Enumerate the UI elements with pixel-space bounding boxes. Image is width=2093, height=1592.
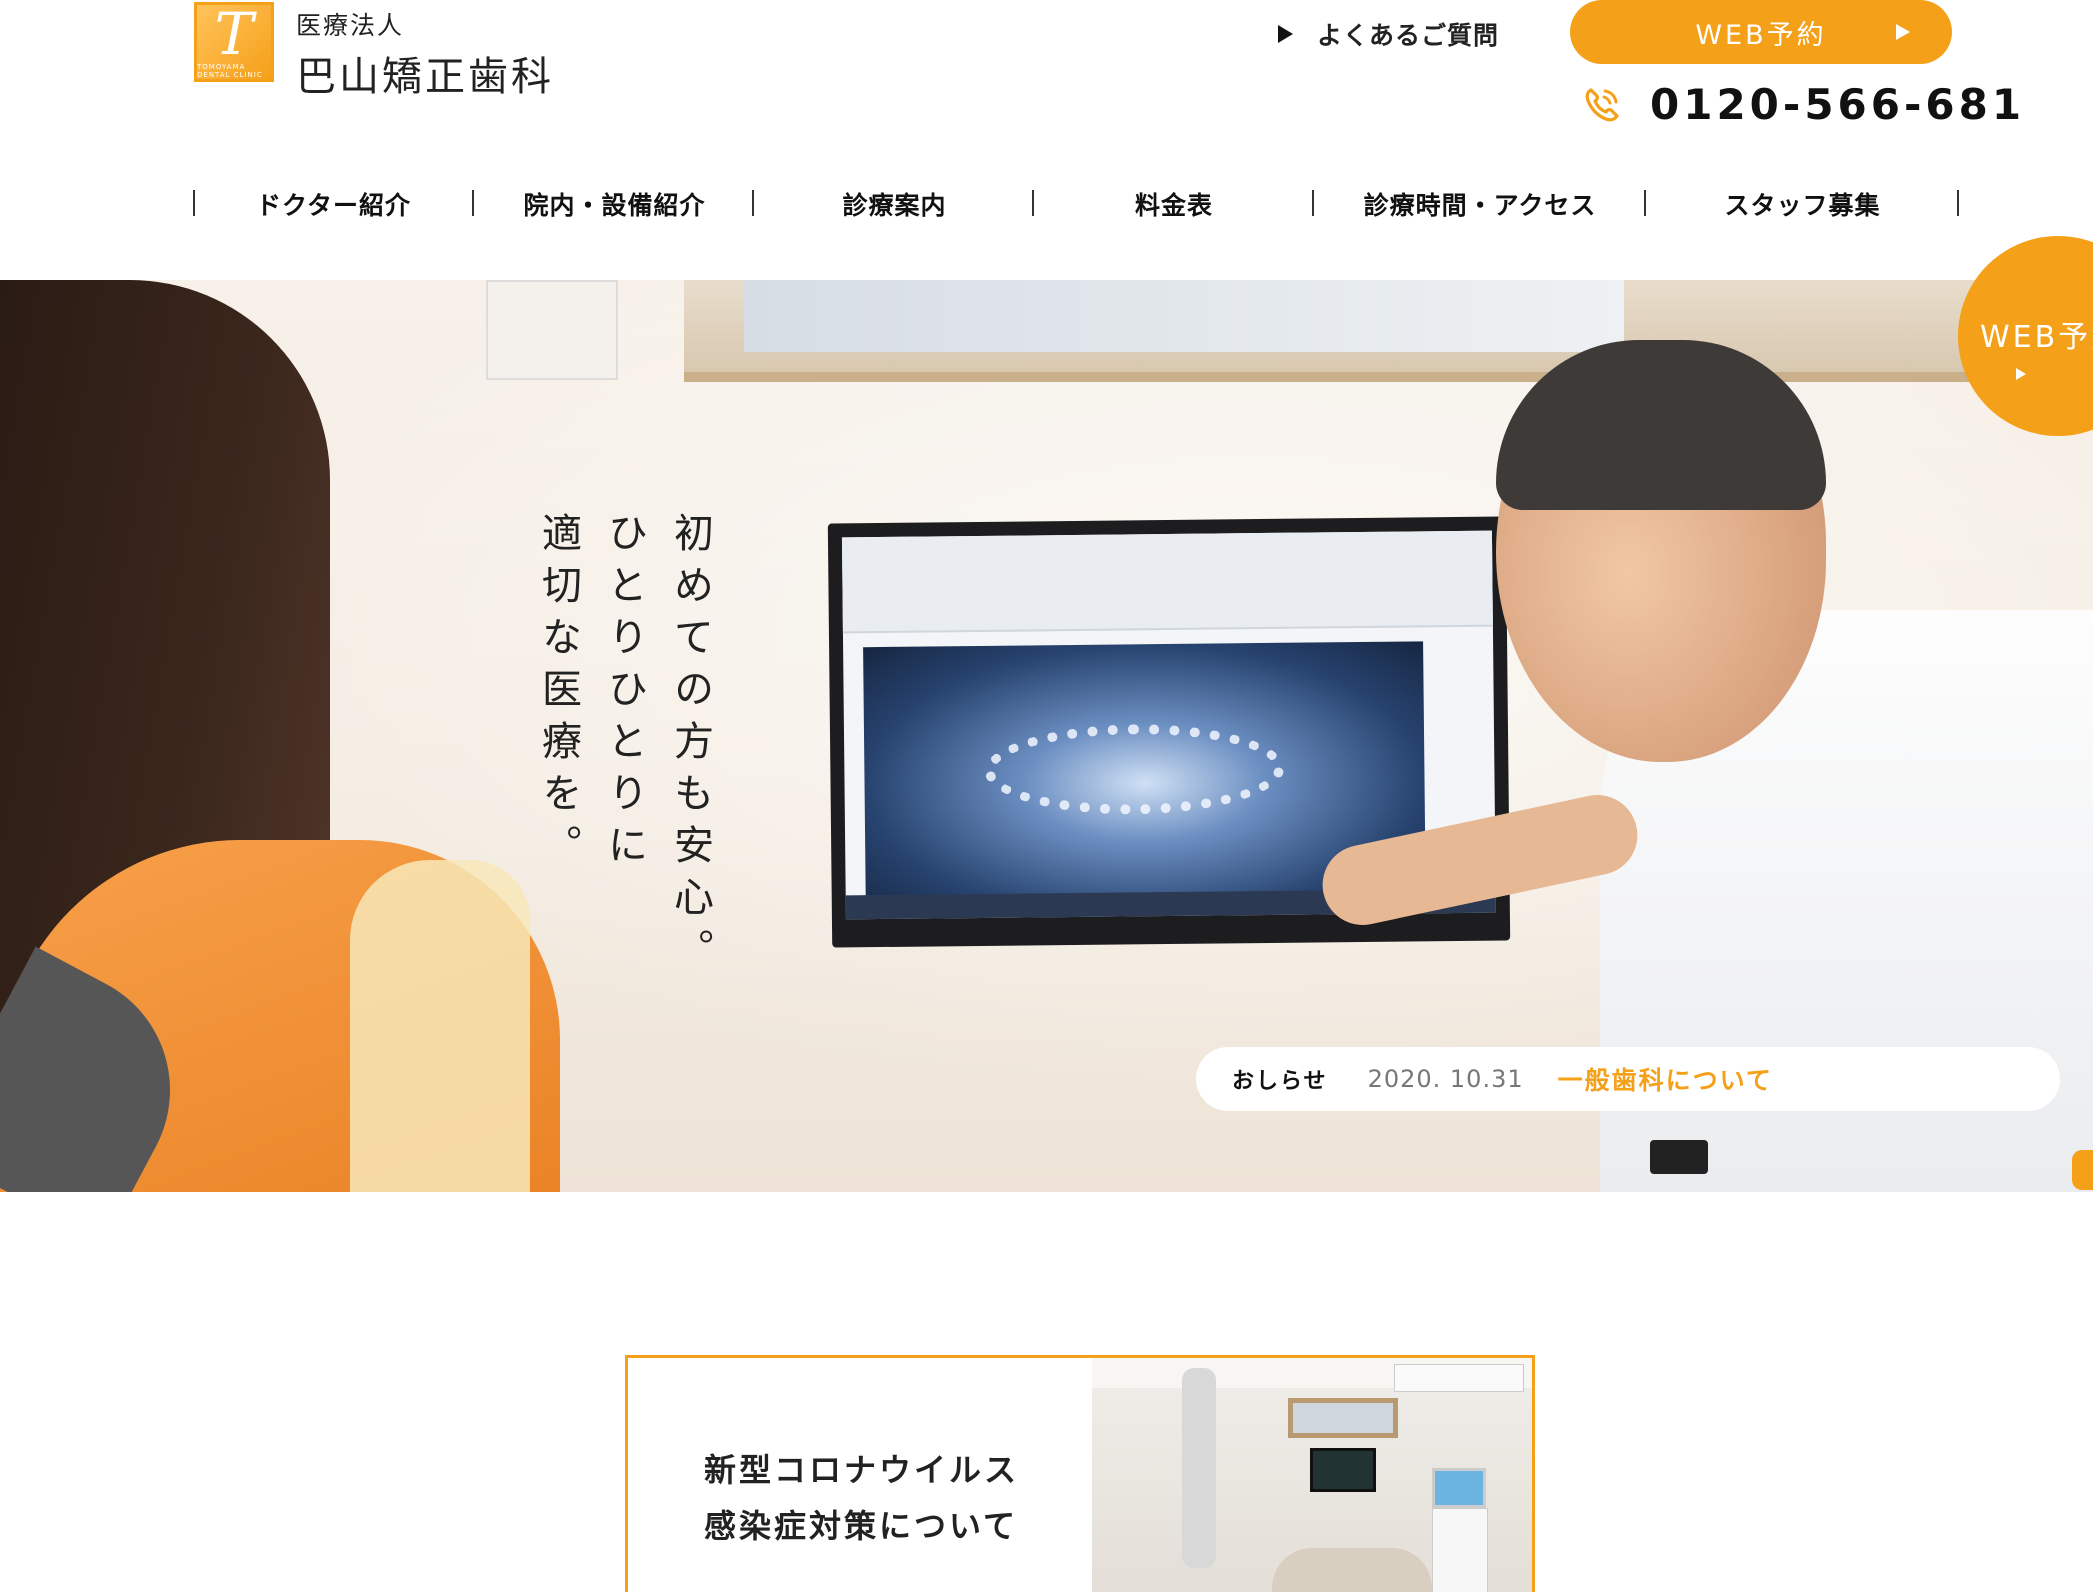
side-tab[interactable] — [2072, 1150, 2093, 1190]
card-title-line-2: 感染症対策について — [704, 1507, 1019, 1545]
triangle-right-icon — [2016, 368, 2026, 380]
faq-label: よくあるご質問 — [1317, 21, 1500, 50]
card-title-line-1: 新型コロナウイルス — [704, 1451, 1020, 1489]
nav-item-treatment[interactable]: 診療案内 — [754, 186, 1035, 222]
covid-measures-card[interactable]: 新型コロナウイルス 感染症対策について — [625, 1355, 1535, 1592]
web-reserve-button[interactable]: WEB予約 — [1570, 0, 1952, 64]
news-title-link[interactable]: 一般歯科について — [1558, 1061, 1773, 1097]
side-web-reserve-label: WEB予約 — [1980, 320, 2093, 355]
faq-link[interactable]: よくあるご質問 — [1278, 16, 1499, 52]
nav-item-label: 院内・設備紹介 — [523, 191, 706, 220]
news-bar[interactable]: おしらせ 2020. 10.31 一般歯科について — [1196, 1047, 2060, 1111]
logo-title: 巴山矯正歯科 — [296, 54, 554, 100]
hero-name-badge — [1650, 1140, 1708, 1174]
hero-patient-collar — [350, 860, 530, 1192]
news-date: 2020. 10.31 — [1367, 1065, 1524, 1093]
logo-mark-letter: T — [214, 0, 254, 68]
hero-catch-line-2: ひとりひとりに — [601, 512, 647, 876]
nav-item-facility[interactable]: 院内・設備紹介 — [474, 186, 755, 222]
news-label: おしらせ — [1232, 1069, 1328, 1094]
web-reserve-label: WEB予約 — [1695, 19, 1827, 51]
triangle-right-icon — [1278, 25, 1293, 43]
phone-icon — [1585, 87, 1619, 121]
nav-item-doctor[interactable]: ドクター紹介 — [193, 186, 474, 222]
phone-link[interactable]: 0120-566-681 — [1582, 80, 2025, 129]
hero-catch-line-3: 適切な医療を。 — [535, 512, 581, 876]
site-logo[interactable]: T TOMOYAMA DENTAL CLINIC 医療法人 巴山矯正歯科 — [194, 2, 554, 102]
global-nav: ドクター紹介 院内・設備紹介 診療案内 料金表 診療時間・アクセス スタッフ募集 — [193, 186, 1961, 222]
logo-subtitle: 医療法人 — [296, 11, 405, 40]
nav-item-label: ドクター紹介 — [255, 191, 411, 220]
hero-catch-line-1: 初めての方も安心。 — [667, 512, 713, 980]
nav-item-label: 診療案内 — [842, 191, 947, 220]
nav-divider — [1957, 190, 1959, 216]
nav-item-recruit[interactable]: スタッフ募集 — [1646, 186, 1959, 222]
hero-window — [684, 280, 2064, 382]
card-photo — [1092, 1358, 1532, 1592]
phone-number: 0120-566-681 — [1650, 80, 2026, 129]
nav-item-label: 料金表 — [1134, 191, 1213, 220]
hero-wall-switch — [486, 280, 618, 380]
nav-item-fees[interactable]: 料金表 — [1034, 186, 1314, 222]
triangle-right-icon — [1896, 24, 1910, 40]
nav-item-hours-access[interactable]: 診療時間・アクセス — [1314, 186, 1646, 222]
nav-item-label: スタッフ募集 — [1724, 191, 1881, 220]
logo-mark-text: TOMOYAMA DENTAL CLINIC — [197, 63, 263, 79]
nav-item-label: 診療時間・アクセス — [1363, 191, 1597, 220]
logo-mark: T TOMOYAMA DENTAL CLINIC — [194, 2, 274, 82]
